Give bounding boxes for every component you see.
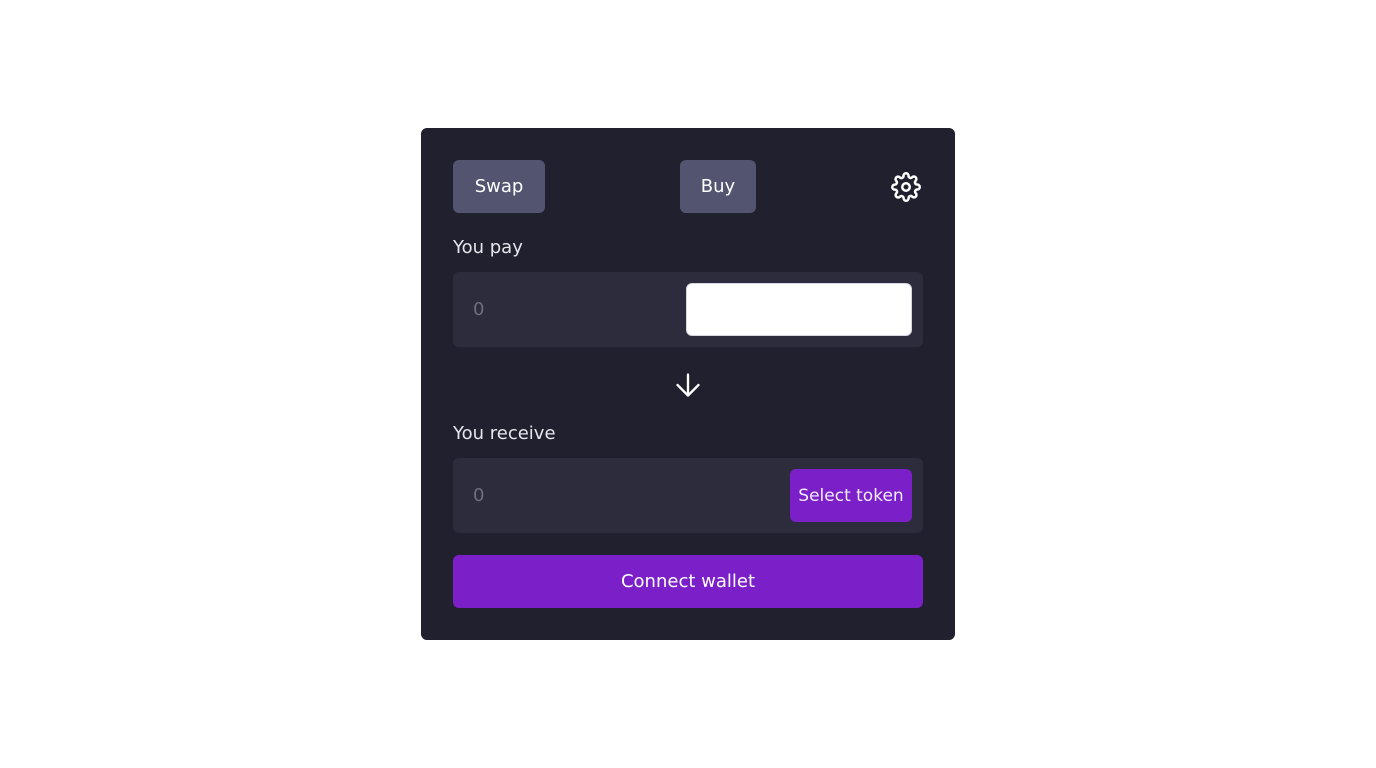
tab-buy[interactable]: Buy [680, 160, 756, 213]
receive-label: You receive [453, 423, 556, 444]
pay-label: You pay [453, 237, 523, 258]
pay-amount-input[interactable] [473, 294, 673, 325]
pay-field [453, 272, 923, 347]
select-token-button[interactable]: Select token [790, 469, 912, 522]
switch-direction-button[interactable] [673, 370, 703, 400]
gear-icon [891, 172, 921, 202]
tab-swap[interactable]: Swap [453, 160, 545, 213]
receive-field: Select token [453, 458, 923, 533]
pay-token-select[interactable] [686, 283, 912, 336]
receive-amount-input[interactable] [473, 480, 673, 511]
swap-widget: Swap Buy You pay You receive Select toke… [421, 128, 955, 640]
arrow-down-icon [676, 373, 700, 397]
settings-button[interactable] [890, 171, 922, 203]
connect-wallet-button[interactable]: Connect wallet [453, 555, 923, 608]
